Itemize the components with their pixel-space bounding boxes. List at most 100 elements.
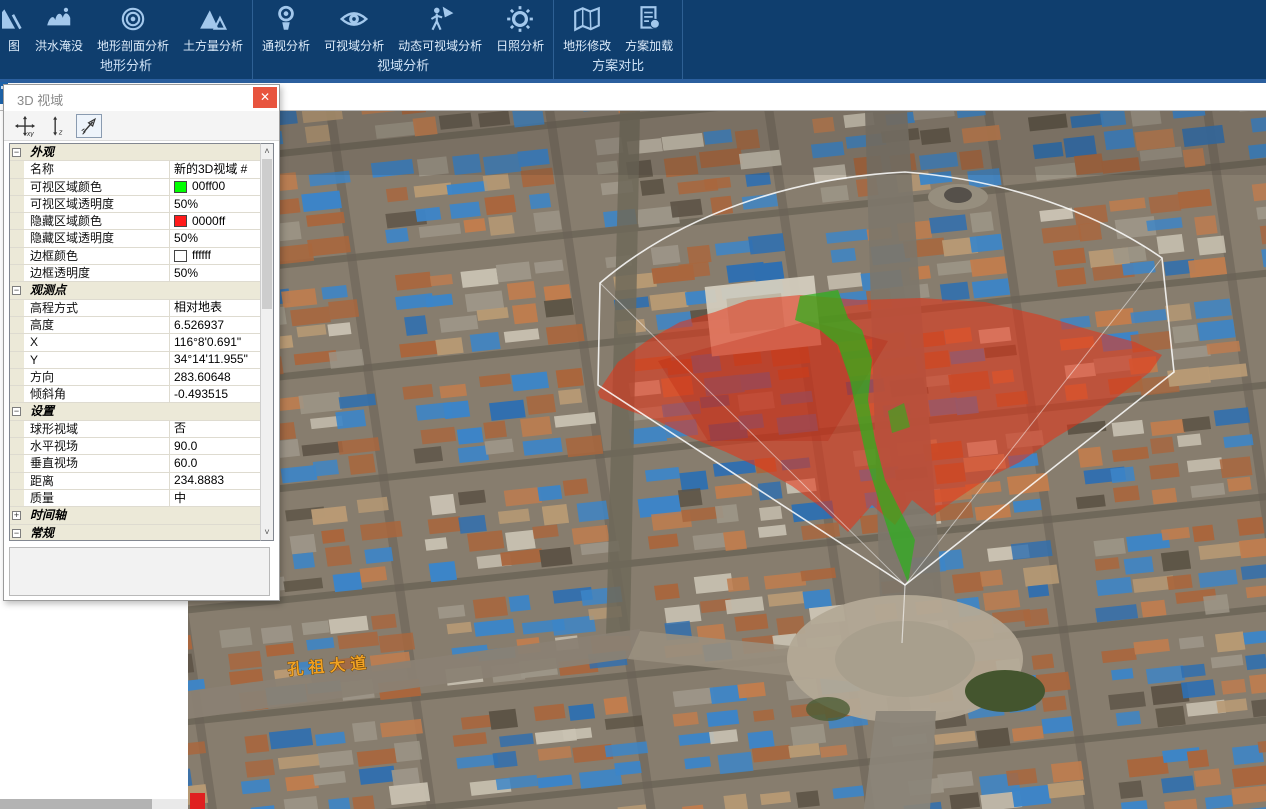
property-row-垂直视场[interactable]: 垂直视场60.0 <box>10 455 269 472</box>
ribbon-button-label: 图 <box>8 37 20 54</box>
property-label: 隐藏区域透明度 <box>24 230 170 246</box>
property-row-隐藏区域透明度[interactable]: 隐藏区域透明度50% <box>10 230 269 247</box>
color-swatch <box>174 250 187 262</box>
scrollbar-thumb[interactable] <box>0 799 152 809</box>
property-value[interactable]: 6.526937 <box>170 317 269 333</box>
svg-text:z: z <box>58 127 63 136</box>
ribbon-button-label: 方案加载 <box>625 37 673 54</box>
viewshed-property-panel: 3D 视域 ✕ xyz −外观名称新的3D视域 #可视区域颜色00ff00可视区… <box>3 84 280 601</box>
property-category-常规[interactable]: −常规 <box>10 525 269 541</box>
property-row-倾斜角[interactable]: 倾斜角-0.493515 <box>10 386 269 403</box>
property-category-外观[interactable]: −外观 <box>10 144 269 161</box>
ribbon-button-通视分析[interactable]: 通视分析 <box>255 3 317 54</box>
ribbon-button-图[interactable]: 图 <box>2 3 28 54</box>
property-row-距离[interactable]: 距离234.8883 <box>10 473 269 490</box>
property-value[interactable]: 0000ff <box>170 213 269 229</box>
property-value[interactable]: 相对地表 <box>170 300 269 316</box>
property-row-高程方式[interactable]: 高程方式相对地表 <box>10 300 269 317</box>
ribbon-button-动态可视域分析[interactable]: 动态可视域分析 <box>391 3 489 54</box>
property-value[interactable]: ffffff <box>170 248 269 264</box>
ribbon-button-地形修改[interactable]: 地形修改 <box>556 3 618 54</box>
property-label: 倾斜角 <box>24 386 170 402</box>
property-row-可视区域颜色[interactable]: 可视区域颜色00ff00 <box>10 179 269 196</box>
property-row-隐藏区域颜色[interactable]: 隐藏区域颜色0000ff <box>10 213 269 230</box>
property-row-高度[interactable]: 高度6.526937 <box>10 317 269 334</box>
property-value[interactable]: 234.8883 <box>170 473 269 489</box>
ribbon-group-视域分析: 通视分析可视域分析动态可视域分析日照分析视域分析 <box>253 0 554 79</box>
collapse-icon[interactable]: − <box>12 529 21 538</box>
ribbon-button-日照分析[interactable]: 日照分析 <box>489 3 551 54</box>
category-label: 常规 <box>24 525 170 541</box>
property-value[interactable]: 90.0 <box>170 438 269 454</box>
scroll-down-icon[interactable]: ˅ <box>261 526 273 539</box>
property-row-水平视场[interactable]: 水平视场90.0 <box>10 438 269 455</box>
svg-text:xy: xy <box>26 131 34 137</box>
property-value[interactable]: 新的3D视域 # <box>170 161 269 177</box>
pick-direction-tool-icon[interactable] <box>76 114 102 138</box>
color-swatch <box>174 181 187 193</box>
ribbon-button-label: 洪水淹没 <box>35 37 83 54</box>
collapse-icon[interactable]: − <box>12 407 21 416</box>
property-category-时间轴[interactable]: +时间轴 <box>10 507 269 524</box>
ribbon-group-地形分析: 图洪水淹没地形剖面分析土方量分析地形分析 <box>0 0 253 79</box>
property-value[interactable]: 50% <box>170 230 269 246</box>
property-row-可视区域透明度[interactable]: 可视区域透明度50% <box>10 196 269 213</box>
ribbon-button-label: 土方量分析 <box>183 37 243 54</box>
collapse-icon[interactable]: − <box>12 286 21 295</box>
close-icon[interactable]: ✕ <box>253 87 277 108</box>
ribbon-group-方案对比: 地形修改方案加载方案对比 <box>554 0 683 79</box>
property-label: 名称 <box>24 161 170 177</box>
property-value[interactable]: 00ff00 <box>170 179 269 195</box>
ribbon-button-土方量分析[interactable]: 土方量分析 <box>176 3 250 54</box>
property-value[interactable]: 34°14'11.955" <box>170 352 269 368</box>
ribbon-button-方案加载[interactable]: 方案加载 <box>618 3 680 54</box>
collapse-icon[interactable]: − <box>12 148 21 157</box>
property-value[interactable]: 283.60648 <box>170 369 269 385</box>
earthwork-icon <box>198 4 228 34</box>
property-label: 可视区域颜色 <box>24 179 170 195</box>
3d-scene-view[interactable]: 孔祖大道 <box>188 111 1266 809</box>
property-value[interactable]: -0.493515 <box>170 386 269 402</box>
property-value[interactable]: 中 <box>170 490 269 506</box>
move-xy-tool-icon[interactable]: xy <box>12 114 38 138</box>
property-row-Y[interactable]: Y34°14'11.955" <box>10 352 269 369</box>
property-row-名称[interactable]: 名称新的3D视域 # <box>10 161 269 178</box>
property-label: 高程方式 <box>24 300 170 316</box>
ribbon-button-洪水淹没[interactable]: 洪水淹没 <box>28 3 90 54</box>
property-row-方向[interactable]: 方向283.60648 <box>10 369 269 386</box>
ribbon-button-地形剖面分析[interactable]: 地形剖面分析 <box>90 3 176 54</box>
property-label: 球形视域 <box>24 421 170 437</box>
panel-titlebar[interactable]: 3D 视域 ✕ <box>4 85 279 111</box>
thematic-map-partial-icon <box>2 4 28 34</box>
property-value[interactable]: 50% <box>170 196 269 212</box>
property-label: 垂直视场 <box>24 455 170 471</box>
ribbon-button-label: 地形修改 <box>563 37 611 54</box>
move-z-tool-icon[interactable]: z <box>44 114 70 138</box>
expand-icon[interactable]: + <box>12 511 21 520</box>
ribbon-button-label: 通视分析 <box>262 37 310 54</box>
property-row-X[interactable]: X116°8'0.691" <box>10 334 269 351</box>
property-grid-scrollbar[interactable]: ˄ ˅ <box>260 143 274 541</box>
horizontal-scrollbar[interactable] <box>0 799 188 809</box>
property-value[interactable]: 否 <box>170 421 269 437</box>
property-value[interactable]: 50% <box>170 265 269 281</box>
property-value[interactable]: 60.0 <box>170 455 269 471</box>
property-label: 高度 <box>24 317 170 333</box>
property-category-观测点[interactable]: −观测点 <box>10 282 269 299</box>
scroll-up-icon[interactable]: ˄ <box>261 145 273 158</box>
property-label: 边框颜色 <box>24 248 170 264</box>
property-category-设置[interactable]: −设置 <box>10 403 269 420</box>
property-row-球形视域[interactable]: 球形视域否 <box>10 421 269 438</box>
scrollbar-thumb[interactable] <box>262 159 272 309</box>
property-row-边框透明度[interactable]: 边框透明度50% <box>10 265 269 282</box>
category-label: 设置 <box>24 403 170 419</box>
property-grid: −外观名称新的3D视域 #可视区域颜色00ff00可视区域透明度50%隐藏区域颜… <box>9 143 270 541</box>
property-row-质量[interactable]: 质量中 <box>10 490 269 507</box>
property-row-边框颜色[interactable]: 边框颜色ffffff <box>10 248 269 265</box>
ribbon-toolbar: 图洪水淹没地形剖面分析土方量分析地形分析通视分析可视域分析动态可视域分析日照分析… <box>0 0 1266 83</box>
terrain-profile-icon <box>118 4 148 34</box>
ribbon-group-label: 视域分析 <box>255 54 551 80</box>
property-value[interactable]: 116°8'0.691" <box>170 334 269 350</box>
ribbon-button-可视域分析[interactable]: 可视域分析 <box>317 3 391 54</box>
ribbon-group-label: 地形分析 <box>2 54 250 80</box>
